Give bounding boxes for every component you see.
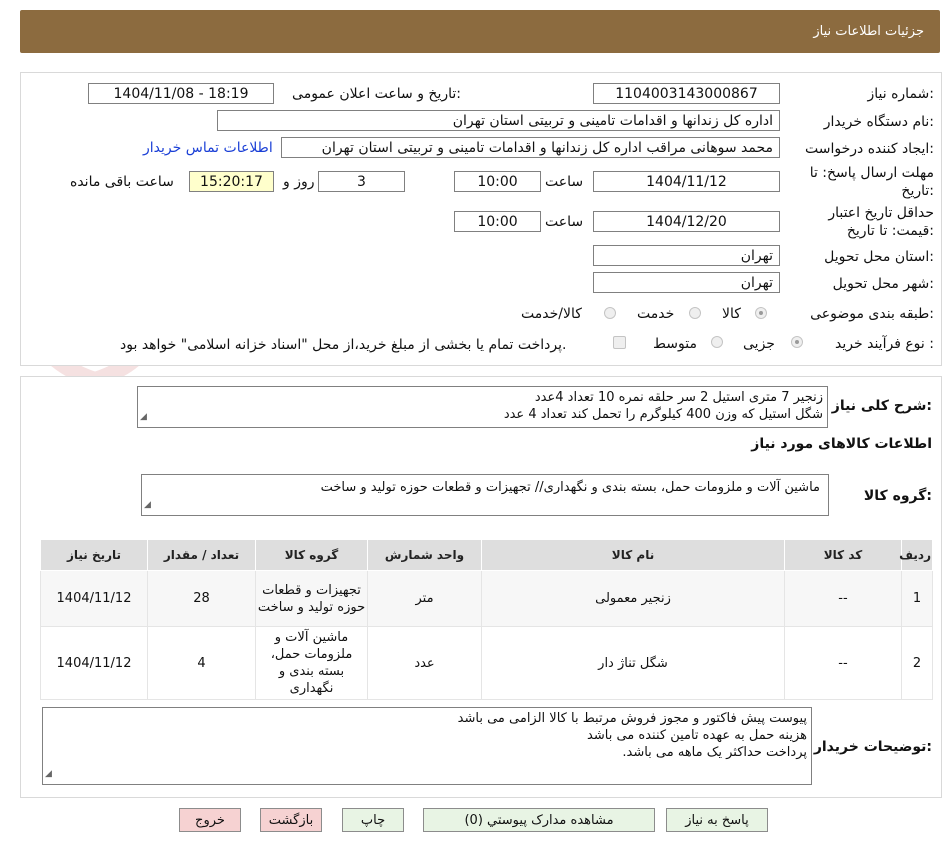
announce-datetime-field: 1404/11/08 - 18:19 [88, 83, 274, 104]
col-header-date: تاریخ نیاز [40, 539, 148, 571]
items-section-title: اطلاعات کالاهای مورد نیاز [751, 436, 932, 452]
reply-button[interactable]: پاسخ به نیاز [666, 808, 768, 832]
delivery-province-field: تهران [593, 245, 780, 266]
cell-qty: 4 [147, 626, 256, 700]
buyer-notes-label: توضیحات خریدار: [813, 739, 932, 755]
deadline-label-line2: تاریخ: [901, 183, 934, 199]
buyer-notes-line: پیوست پیش فاکتور و مجوز فروش مرتبط با کا… [457, 711, 807, 726]
buyer-notes-line: هزینه حمل به عهده تامین کننده می باشد [587, 728, 807, 743]
price-validity-time-field: 10:00 [454, 211, 541, 232]
category-option-goods: کالا [722, 306, 741, 322]
summary-textarea[interactable]: زنجیر 7 متری استیل 2 سر حلقه نمره 10 تعد… [137, 386, 828, 428]
table-header-row: ردیف کد کالا نام کالا واحد شمارش گروه کا… [40, 539, 933, 571]
deadline-date-field: 1404/11/12 [593, 171, 780, 192]
announce-datetime-label: تاریخ و ساعت اعلان عمومی: [292, 86, 461, 102]
cell-group: ماشین آلات و ملزومات حمل، بسته بندی و نگ… [255, 626, 368, 700]
col-header-group: گروه کالا [255, 539, 368, 571]
process-radio-medium[interactable] [711, 336, 723, 348]
product-group-textarea[interactable]: ماشین آلات و ملزومات حمل، بسته بندی و نگ… [141, 474, 829, 516]
cell-row: 2 [901, 626, 933, 700]
cell-unit: متر [367, 570, 482, 627]
category-label: طبقه بندی موضوعی: [810, 306, 934, 322]
cell-name: شگل تناژ دار [481, 626, 785, 700]
product-group-value: ماشین آلات و ملزومات حمل، بسته بندی و نگ… [320, 480, 820, 495]
deadline-time-field: 10:00 [454, 171, 541, 192]
deadline-label-line1: مهلت ارسال پاسخ: تا [809, 165, 934, 181]
page-header: جزئیات اطلاعات نیاز [20, 10, 940, 53]
deadline-days-label: روز و [283, 174, 315, 190]
deadline-days-field: 3 [318, 171, 405, 192]
back-button[interactable]: بازگشت [260, 808, 322, 832]
category-radio-service[interactable] [689, 307, 701, 319]
requester-field: محمد سوهانی مراقب اداره کل زندانها و اقد… [281, 137, 780, 158]
treasury-payment-note: پرداخت تمام یا بخشی از مبلغ خرید،از محل … [120, 337, 567, 353]
summary-label: شرح کلی نیاز: [831, 398, 932, 414]
buyer-contact-link[interactable]: اطلاعات تماس خریدار [143, 140, 273, 156]
category-radio-goods-service[interactable] [604, 307, 616, 319]
requester-label: ایجاد کننده درخواست: [805, 141, 934, 157]
buyer-notes-textarea[interactable]: پیوست پیش فاکتور و مجوز فروش مرتبط با کا… [42, 707, 812, 785]
view-attachments-button[interactable]: مشاهده مدارک پیوستي (0) [423, 808, 655, 832]
cell-date: 1404/11/12 [40, 626, 148, 700]
cell-unit: عدد [367, 626, 482, 700]
cell-qty: 28 [147, 570, 256, 627]
cell-code: -- [784, 570, 902, 627]
buyer-org-field: اداره کل زندانها و اقدامات تامینی و تربی… [217, 110, 780, 131]
delivery-city-field: تهران [593, 272, 780, 293]
need-number-label: شماره نیاز: [867, 86, 934, 102]
table-row: 2 -- شگل تناژ دار عدد ماشین آلات و ملزوم… [40, 626, 933, 700]
cell-group: تجهیزات و قطعات حوزه تولید و ساخت [255, 570, 368, 627]
cell-code: -- [784, 626, 902, 700]
process-option-minor: جزیی [743, 336, 775, 352]
print-button[interactable]: چاپ [342, 808, 404, 832]
table-row: 1 -- زنجیر معمولی متر تجهیزات و قطعات حو… [40, 570, 933, 627]
col-header-name: نام کالا [481, 539, 785, 571]
col-header-row: ردیف [899, 539, 933, 571]
product-group-label: گروه کالا: [863, 488, 932, 504]
cell-name: زنجیر معمولی [481, 570, 785, 627]
buyer-notes-line: پرداخت حداکثر یک ماهه می باشد. [622, 745, 807, 760]
summary-line: شگل استیل که وزن 400 کیلوگرم را تحمل کند… [503, 407, 823, 422]
category-option-service: خدمت [637, 306, 675, 322]
price-validity-time-label: ساعت [545, 214, 584, 230]
delivery-city-label: شهر محل تحویل: [832, 276, 934, 292]
category-option-goods-service: کالا/خدمت [521, 306, 582, 322]
items-table: ردیف کد کالا نام کالا واحد شمارش گروه کا… [40, 539, 933, 700]
price-validity-label-line1: حداقل تاریخ اعتبار [828, 205, 934, 221]
purchase-process-label: نوع فرآیند خرید : [835, 336, 934, 352]
price-validity-label-line2: قیمت: تا تاریخ: [846, 223, 934, 239]
col-header-code: کد کالا [784, 539, 902, 571]
delivery-province-label: استان محل تحویل: [824, 249, 934, 265]
remaining-time-field: 15:20:17 [189, 171, 274, 192]
cell-date: 1404/11/12 [40, 570, 148, 627]
summary-line: زنجیر 7 متری استیل 2 سر حلقه نمره 10 تعد… [534, 390, 823, 405]
buyer-org-label: نام دستگاه خریدار: [823, 114, 934, 130]
deadline-time-label: ساعت [545, 174, 584, 190]
resize-grip-icon[interactable]: ◢ [140, 409, 147, 426]
col-header-qty: تعداد / مقدار [147, 539, 256, 571]
treasury-payment-checkbox[interactable] [613, 336, 626, 349]
cell-row: 1 [901, 570, 933, 627]
category-radio-goods[interactable] [755, 307, 767, 319]
exit-button[interactable]: خروج [179, 808, 241, 832]
resize-grip-icon[interactable]: ◢ [45, 766, 52, 783]
need-number-field: 1104003143000867 [593, 83, 780, 104]
process-option-medium: متوسط [653, 336, 697, 352]
price-validity-date-field: 1404/12/20 [593, 211, 780, 232]
col-header-unit: واحد شمارش [367, 539, 482, 571]
remaining-time-label: ساعت باقی مانده [70, 174, 174, 190]
page-title: جزئیات اطلاعات نیاز [813, 24, 924, 39]
process-radio-minor[interactable] [791, 336, 803, 348]
resize-grip-icon[interactable]: ◢ [144, 497, 151, 514]
